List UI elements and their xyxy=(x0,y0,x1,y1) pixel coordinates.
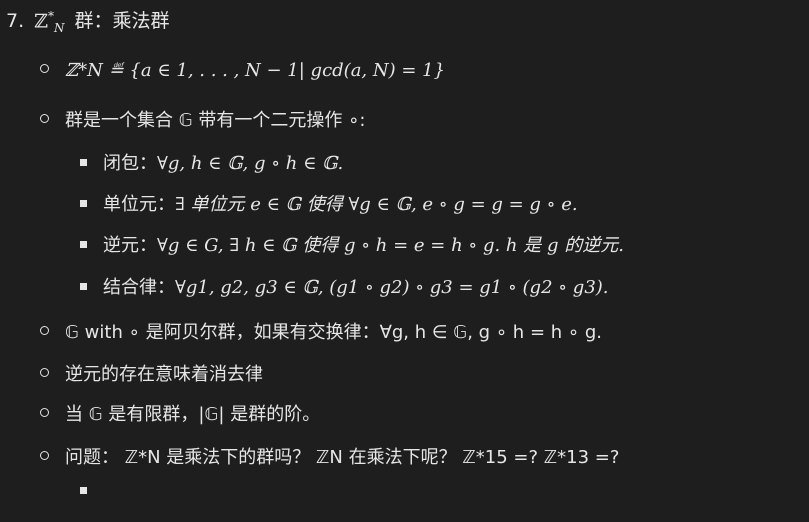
hollow-bullet-icon xyxy=(40,114,49,123)
identity-formula: ∃ 单位元 e ∈ 𝔾 使得 ∀g ∈ 𝔾, e ∘ g = g = g ∘ e… xyxy=(175,194,578,215)
order-definition: 当 𝔾 是有限群，|𝔾| 是群的阶。 xyxy=(65,404,321,425)
associativity-formula: ∀g1, g2, g3 ∈ 𝔾, (g1 ∘ g2) ∘ g3 = g1 ∘ (… xyxy=(175,277,609,298)
sub-list-item: 闭包： ∀g, h ∈ 𝔾, g ∘ h ∈ 𝔾. xyxy=(80,149,343,175)
list-item: ℤ*N ≝ {a ∈ 1, . . . , N − 1| gcd(a, N) =… xyxy=(40,60,445,81)
closure-label: 闭包： xyxy=(103,153,157,174)
square-bullet-icon xyxy=(80,283,87,290)
square-bullet-icon xyxy=(80,241,87,248)
hollow-bullet-icon xyxy=(40,64,49,73)
hollow-bullet-icon xyxy=(40,451,49,460)
square-bullet-icon xyxy=(80,159,87,166)
identity-label: 单位元： xyxy=(103,194,175,215)
group-definition: 群是一个集合 𝔾 带有一个二元操作 ∘: xyxy=(65,110,366,131)
abelian-definition: 𝔾 with ∘ 是阿贝尔群，如果有交换律：∀g, h ∈ 𝔾, g ∘ h =… xyxy=(65,322,603,343)
sub-list-item: 逆元： ∀g ∈ G, ∃ h ∈ 𝔾 使得 g ∘ h = e = h ∘ g… xyxy=(80,231,624,257)
hollow-bullet-icon xyxy=(40,368,49,377)
square-bullet-icon xyxy=(80,200,87,207)
hollow-bullet-icon xyxy=(40,326,49,335)
section-symbol: ℤ*N xyxy=(34,8,65,35)
list-item: 群是一个集合 𝔾 带有一个二元操作 ∘: xyxy=(40,106,365,132)
cancellation-note: 逆元的存在意味着消去律 xyxy=(65,364,263,385)
sub-list-item: 结合律： ∀g1, g2, g3 ∈ 𝔾, (g1 ∘ g2) ∘ g3 = g… xyxy=(80,273,609,299)
list-item: 问题： ℤ*N 是乘法下的群吗？ ℤN 在乘法下呢？ ℤ*15 =? ℤ*13 … xyxy=(40,443,619,469)
closure-formula: ∀g, h ∈ 𝔾, g ∘ h ∈ 𝔾. xyxy=(157,153,344,174)
hollow-bullet-icon xyxy=(40,408,49,417)
list-item: 逆元的存在意味着消去律 xyxy=(40,360,263,386)
section-heading: 7. ℤ*N 群：乘法群 xyxy=(6,6,170,35)
inverse-formula: ∀g ∈ G, ∃ h ∈ 𝔾 使得 g ∘ h = e = h ∘ g. h … xyxy=(157,235,624,256)
sub-list-item: 单位元： ∃ 单位元 e ∈ 𝔾 使得 ∀g ∈ 𝔾, e ∘ g = g = … xyxy=(80,190,578,216)
list-item: 当 𝔾 是有限群，|𝔾| 是群的阶。 xyxy=(40,400,320,426)
section-number: 7. xyxy=(6,10,25,32)
definition-zn: ℤ*N ≝ {a ∈ 1, . . . , N − 1| gcd(a, N) =… xyxy=(65,60,446,81)
associativity-label: 结合律： xyxy=(103,277,175,298)
inverse-label: 逆元： xyxy=(103,235,157,256)
question-text: 问题： ℤ*N 是乘法下的群吗？ ℤN 在乘法下呢？ ℤ*15 =? ℤ*13 … xyxy=(65,447,620,468)
list-item: 𝔾 with ∘ 是阿贝尔群，如果有交换律：∀g, h ∈ 𝔾, g ∘ h =… xyxy=(40,318,602,344)
empty-sub-list-item xyxy=(80,487,103,497)
square-bullet-icon xyxy=(80,487,87,494)
section-title: 群：乘法群 xyxy=(74,10,170,32)
